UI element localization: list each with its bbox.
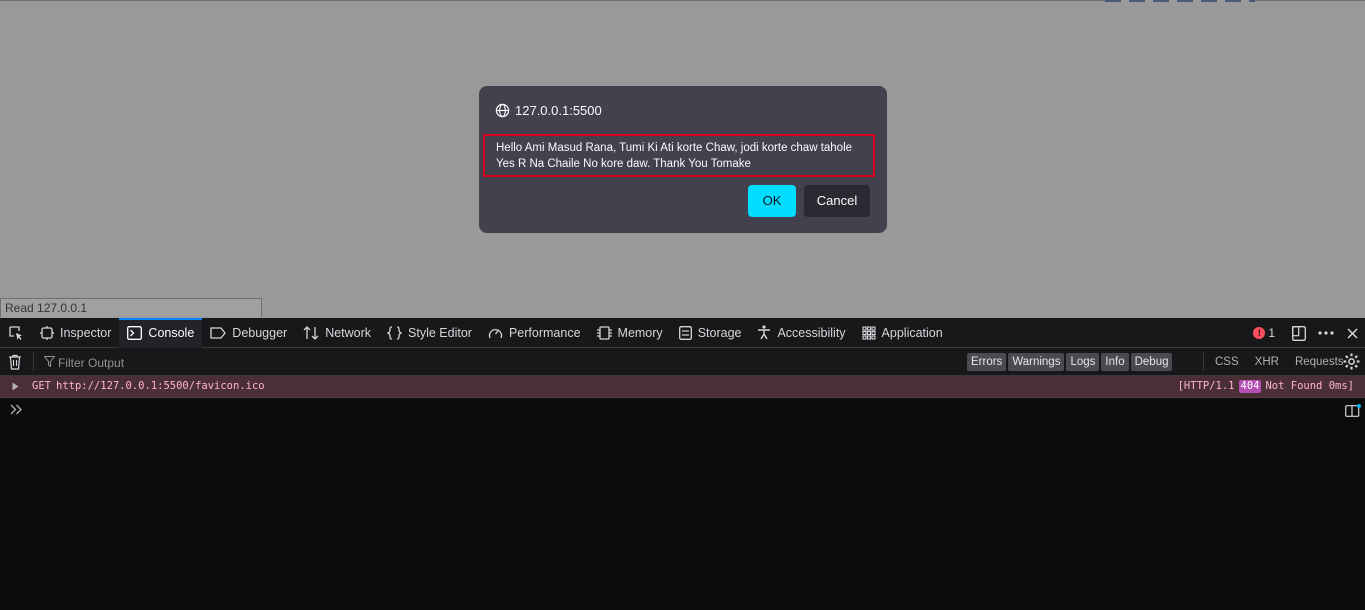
console-icon [127,325,143,340]
dialog-message-line: Yes R Na Chaile No kore daw. Thank You T… [496,158,751,170]
memory-icon [596,325,612,340]
ok-button[interactable]: OK [748,185,796,217]
error-count-button[interactable]: ! 1 [1243,318,1285,348]
filter-errors-button[interactable]: Errors [967,353,1007,371]
tab-label: Style Editor [408,325,472,340]
status-prefix: [HTTP/1.1 [1177,380,1235,392]
filter-info-button[interactable]: Info [1101,353,1129,371]
tab-label: Accessibility [777,325,846,340]
dialog-buttons: OK Cancel [748,185,870,217]
console-settings-button[interactable] [1343,353,1360,375]
debugger-icon [210,326,227,339]
status-code-badge: 404 [1238,380,1262,393]
tab-label: Debugger [232,325,288,340]
tab-debugger[interactable]: Debugger [202,318,295,348]
devtools-toolbar: Inspector Console Debugger Network Style… [0,317,1365,348]
sidebar-toggle-icon[interactable] [1345,404,1361,417]
divider [33,353,34,371]
filter-logs-button[interactable]: Logs [1066,353,1100,371]
tab-label: Performance [508,325,581,340]
element-picker-icon [9,325,22,340]
tab-label: Application [881,325,943,340]
page-viewport: Read 127.0.0.1 127.0.0.1:5500 Hello Ami … [0,0,1365,318]
network-icon [303,325,319,340]
tab-memory[interactable]: Memory [589,318,671,348]
filter-warnings-button[interactable]: Warnings [1008,353,1065,371]
inspector-icon [40,325,54,340]
console-filter-bar: Errors Warnings Logs Info Debug CSS XHR … [0,348,1365,376]
tab-application[interactable]: Application [854,318,951,348]
tab-performance[interactable]: Performance [480,318,589,348]
gear-icon [1343,353,1360,370]
divider [1203,353,1204,371]
responsive-design-icon [1292,325,1306,341]
filter-xhr-button[interactable]: XHR [1249,353,1285,371]
tab-style-editor[interactable]: Style Editor [379,318,480,348]
dialog-message: Hello Ami Masud Rana, Tumi Ki Ati korte … [483,134,875,177]
close-devtools-button[interactable] [1339,318,1365,348]
filter-debug-button[interactable]: Debug [1130,353,1173,371]
tab-network[interactable]: Network [295,318,379,348]
tab-label: Console [148,325,195,340]
log-level-filters: Errors Warnings Logs Info Debug [967,353,1173,371]
dialog-origin: 127.0.0.1:5500 [495,102,602,118]
error-count: 1 [1268,326,1275,340]
filter-output-input[interactable] [44,352,460,374]
prompt-dialog: 127.0.0.1:5500 Hello Ami Masud Rana, Tum… [479,86,887,233]
filter-requests-button[interactable]: Requests [1289,353,1350,371]
tab-label: Memory [617,325,663,340]
expand-arrow-icon[interactable] [12,382,19,391]
request-url[interactable]: http://127.0.0.1:5500/favicon.ico [56,376,265,397]
dialog-origin-text: 127.0.0.1:5500 [515,102,602,118]
toolbar-right: ! 1 [1243,318,1365,348]
style-editor-icon [387,325,403,340]
tab-accessibility[interactable]: Accessibility [749,318,853,348]
error-icon: ! [1253,327,1266,339]
request-method: GET [32,380,51,392]
more-icon [1318,331,1334,335]
status-bar: Read 127.0.0.1 [0,298,262,317]
request-status: [HTTP/1.1 404 Not Found 0ms] [1178,376,1354,397]
dimmed-page-content [1105,0,1255,2]
performance-icon [488,328,503,338]
cancel-button[interactable]: Cancel [804,185,870,217]
trash-icon [9,354,21,370]
tab-label: Network [325,325,372,340]
console-input-row[interactable] [0,398,1365,422]
element-picker-button[interactable] [0,318,32,348]
responsive-design-button[interactable] [1285,318,1313,348]
clear-console-button[interactable] [8,354,22,375]
filter-css-button[interactable]: CSS [1209,353,1245,371]
chevron-right-double-icon [10,404,22,415]
tab-label: Inspector [60,325,112,340]
accessibility-icon [758,325,771,340]
close-icon [1346,327,1358,339]
tab-storage[interactable]: Storage [671,318,750,348]
request-type-filters: CSS XHR Requests [1209,353,1350,371]
tab-label: Storage [697,325,742,340]
tab-console[interactable]: Console [119,317,203,348]
more-options-button[interactable] [1313,318,1339,348]
application-icon [861,325,876,340]
storage-icon [678,325,692,340]
console-error-row[interactable]: GET http://127.0.0.1:5500/favicon.ico [H… [0,376,1365,398]
devtools-panel: Inspector Console Debugger Network Style… [0,317,1365,610]
globe-icon [495,103,510,117]
dialog-message-line: Hello Ami Masud Rana, Tumi Ki Ati korte … [496,142,853,154]
tab-inspector[interactable]: Inspector [32,318,119,348]
status-suffix: Not Found 0ms] [1265,380,1354,392]
